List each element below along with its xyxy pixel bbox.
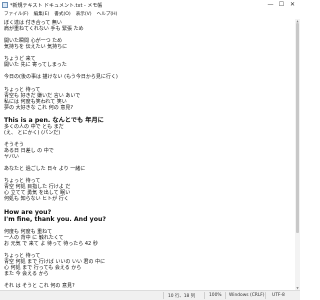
status-separator: [163, 292, 164, 299]
vertical-scrollbar[interactable]: ▲ ▼: [295, 19, 300, 290]
scroll-thumb[interactable]: [296, 23, 299, 233]
notepad-window: *新規テキスト ドキュメント.txt - メモ帳 — ☐ ✕ ファイル(F) 編…: [0, 0, 300, 300]
close-button[interactable]: ✕: [287, 0, 298, 10]
text-line: あなたと 過ごした 日々 より 一緒に: [4, 166, 86, 173]
text-line: 何処も 知らない ヒトが 行く: [4, 196, 69, 203]
text-line: 今日の(後の事は 描けない (もう今日から見に行く): [4, 74, 118, 81]
text-line: 開いた 先に 寄ってしまった: [4, 62, 67, 69]
status-separator: [204, 292, 205, 299]
text-line: (え、 とにかく) (パンだ): [4, 129, 61, 136]
text-line: 気持ちを 伝えたい 気持ちに: [4, 44, 68, 51]
text-editor[interactable]: ぼく達は 付き合って 無い 肩が重ねてくれない 手も 緊張 ため 開いた瞬間 心が一…: [0, 19, 295, 290]
text-line: お 元気 で 来て よ 待って 待ったら 42 秒: [4, 240, 98, 247]
notepad-icon: [2, 2, 8, 8]
cursor-position: 10 行、18 列: [168, 294, 196, 299]
text-line: I'm fine, thank you. And you?: [4, 215, 106, 223]
menu-help[interactable]: ヘルプ(H): [97, 11, 118, 17]
encoding: UTF-8: [272, 293, 285, 298]
maximize-button[interactable]: ☐: [276, 0, 287, 10]
menu-edit[interactable]: 編集(E): [34, 11, 50, 17]
menu-bar: ファイル(F) 編集(E) 書式(O) 表示(V) ヘルプ(H): [0, 10, 300, 18]
text-line: また 今 会える から: [4, 270, 49, 277]
status-bar: 10 行、18 列 100% Windows (CRLF) UTF-8: [0, 290, 300, 300]
text-line: This is a pen. なんとでも 年月に: [4, 116, 104, 124]
line-ending: Windows (CRLF): [229, 293, 265, 298]
title-bar: *新規テキスト ドキュメント.txt - メモ帳 — ☐ ✕: [0, 0, 300, 10]
menu-format[interactable]: 書式(O): [54, 11, 70, 17]
minimize-button[interactable]: —: [265, 0, 276, 10]
text-line: ヤバい: [4, 154, 19, 161]
zoom-level: 100%: [209, 293, 222, 298]
status-separator: [225, 292, 226, 299]
text-line: それ は そうと これ 何の 意見?: [4, 283, 75, 289]
text-line: 肩が重ねてくれない 手も 緊張 ため: [4, 26, 84, 33]
window-title: *新規テキスト ドキュメント.txt - メモ帳: [10, 2, 103, 9]
window-controls: — ☐ ✕: [265, 0, 298, 10]
text-line: How are you?: [4, 208, 52, 216]
text-line: 夢の 大好きな これ 何の 意見?: [4, 104, 74, 111]
status-separator: [265, 292, 266, 299]
menu-view[interactable]: 表示(V): [76, 11, 92, 17]
menu-file[interactable]: ファイル(F): [4, 11, 29, 17]
